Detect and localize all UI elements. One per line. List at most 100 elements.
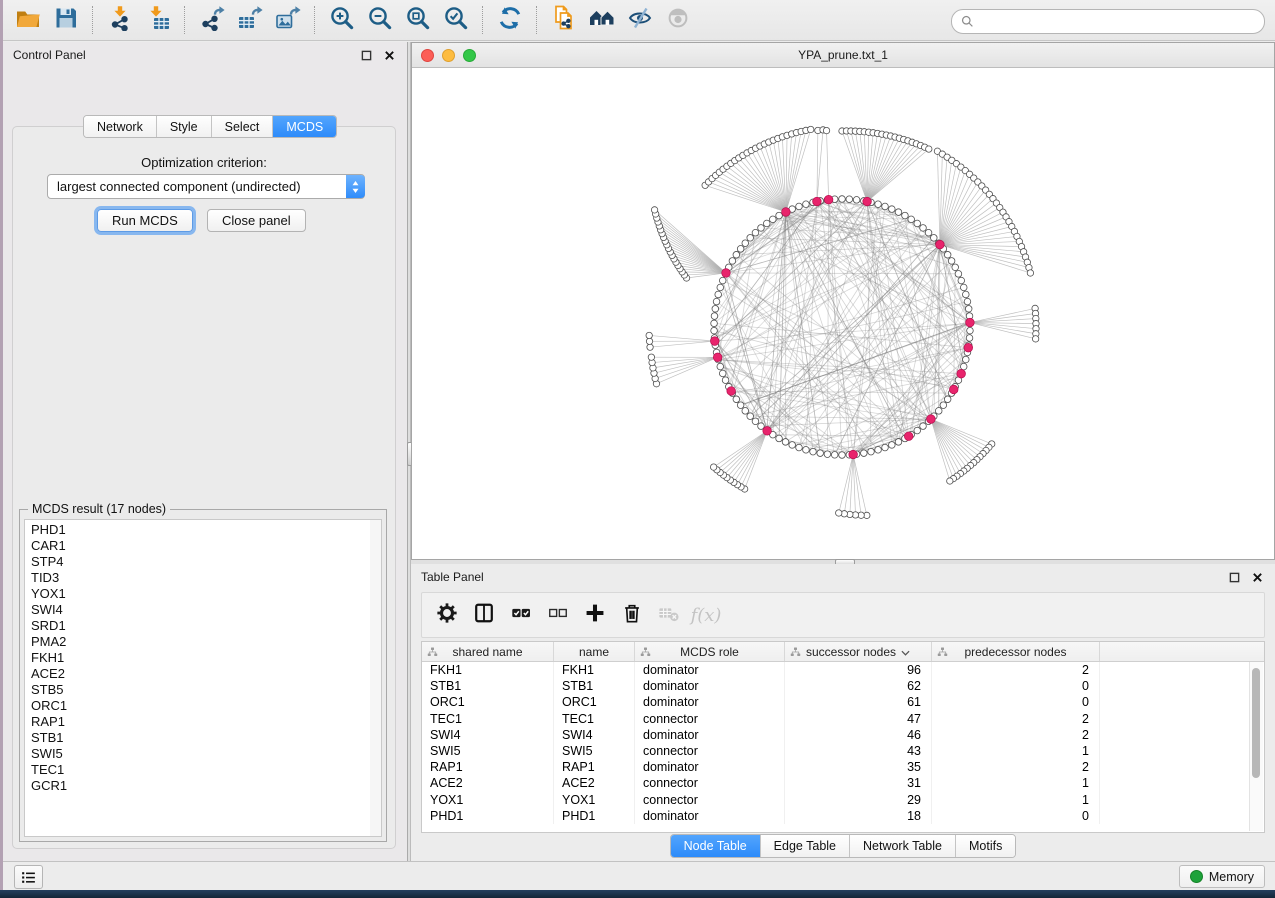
table-row[interactable]: PHD1PHD1dominator180 [422, 808, 1264, 824]
save-session-button[interactable] [47, 3, 85, 37]
table-panel-title: Table Panel [421, 570, 484, 584]
column-header-successor-nodes[interactable]: successor nodes [785, 642, 932, 661]
tab-mcds[interactable]: MCDS [273, 116, 336, 137]
mcds-result-item[interactable]: PMA2 [31, 634, 370, 650]
deselect-all-rows-button[interactable] [543, 600, 573, 630]
mcds-result-item[interactable]: SWI5 [31, 746, 370, 762]
cell-shared-name: PHD1 [422, 808, 554, 824]
open-file-button[interactable] [9, 3, 47, 37]
close-table-panel-button[interactable] [1249, 569, 1265, 585]
column-header-name[interactable]: name [554, 642, 635, 661]
cell-successor-nodes: 31 [785, 775, 932, 791]
table-row[interactable]: SWI4SWI4dominator462 [422, 727, 1264, 743]
table-row[interactable]: YOX1YOX1connector291 [422, 792, 1264, 808]
table-row[interactable]: ORC1ORC1dominator610 [422, 694, 1264, 710]
close-control-panel-button[interactable] [381, 47, 397, 63]
cell-name: FKH1 [554, 662, 635, 678]
mcds-result-item[interactable]: STB1 [31, 730, 370, 746]
tab-node-table[interactable]: Node Table [671, 835, 761, 857]
mcds-result-item[interactable]: TEC1 [31, 762, 370, 778]
mcds-result-item[interactable]: TID3 [31, 570, 370, 586]
mcds-result-item[interactable]: YOX1 [31, 586, 370, 602]
table-row[interactable]: RAP1RAP1dominator352 [422, 759, 1264, 775]
mcds-result-item[interactable]: ACE2 [31, 666, 370, 682]
control-panel: Control Panel NetworkStyleSelectMCDS Opt… [3, 42, 407, 862]
table-row[interactable]: SWI5SWI5connector431 [422, 743, 1264, 759]
network-home-button[interactable] [583, 3, 621, 37]
export-image-button[interactable] [269, 3, 307, 37]
search-input[interactable] [980, 14, 1255, 30]
new-network-from-selection-button[interactable] [545, 3, 583, 37]
cell-name: YOX1 [554, 792, 635, 808]
mcds-result-item[interactable]: FKH1 [31, 650, 370, 666]
deselect-all-rows-icon [547, 602, 569, 629]
split-columns-button[interactable] [469, 600, 499, 630]
column-header-shared-name[interactable]: shared name [422, 642, 554, 661]
mcds-result-item[interactable]: RAP1 [31, 714, 370, 730]
mcds-result-item[interactable]: CAR1 [31, 538, 370, 554]
export-table-button[interactable] [231, 3, 269, 37]
cell-predecessor-nodes: 1 [932, 775, 1100, 791]
select-all-rows-button[interactable] [506, 600, 536, 630]
export-network-button[interactable] [193, 3, 231, 37]
network-canvas[interactable] [412, 67, 1275, 559]
tab-select[interactable]: Select [212, 116, 274, 137]
import-network-icon [107, 5, 133, 36]
table-row[interactable]: TEC1TEC1connector472 [422, 711, 1264, 727]
column-header-predecessor-nodes[interactable]: predecessor nodes [932, 642, 1100, 661]
column-type-icon [937, 646, 948, 660]
cell-shared-name: YOX1 [422, 792, 554, 808]
cell-mcds-role: dominator [635, 694, 785, 710]
cell-name: SWI5 [554, 743, 635, 759]
table-row[interactable]: STB1STB1dominator620 [422, 678, 1264, 694]
table-settings-icon [436, 602, 458, 629]
tab-edge-table[interactable]: Edge Table [761, 835, 850, 857]
mcds-result-item[interactable]: STB5 [31, 682, 370, 698]
mcds-result-item[interactable]: SRD1 [31, 618, 370, 634]
mcds-result-item[interactable]: STP4 [31, 554, 370, 570]
zoom-selected-button[interactable] [437, 3, 475, 37]
import-table-button[interactable] [139, 3, 177, 37]
zoom-in-button[interactable] [323, 3, 361, 37]
zoom-out-button[interactable] [361, 3, 399, 37]
search-icon [961, 15, 974, 28]
add-column-button[interactable] [580, 600, 610, 630]
zoom-fit-button[interactable] [399, 3, 437, 37]
task-history-button[interactable] [14, 865, 43, 889]
cell-shared-name: SWI4 [422, 727, 554, 743]
cell-name: TEC1 [554, 711, 635, 727]
float-control-panel-button[interactable] [358, 47, 374, 63]
table-scrollbar[interactable] [1249, 662, 1263, 831]
import-network-button[interactable] [101, 3, 139, 37]
tab-style[interactable]: Style [157, 116, 212, 137]
table-row[interactable]: ACE2ACE2connector311 [422, 775, 1264, 791]
run-mcds-button[interactable]: Run MCDS [97, 209, 193, 232]
mcds-result-item[interactable]: ORC1 [31, 698, 370, 714]
toolbar-separator [184, 6, 186, 34]
refresh-view-button[interactable] [491, 3, 529, 37]
tab-network[interactable]: Network [84, 116, 157, 137]
table-row[interactable]: FKH1FKH1dominator962 [422, 662, 1264, 678]
status-bar: Memory [3, 861, 1275, 890]
close-panel-button[interactable]: Close panel [207, 209, 306, 232]
split-columns-icon [473, 602, 495, 629]
float-table-panel-button[interactable] [1226, 569, 1242, 585]
tab-motifs[interactable]: Motifs [956, 835, 1015, 857]
cell-mcds-role: dominator [635, 678, 785, 694]
table-settings-button[interactable] [432, 600, 462, 630]
hide-graphics-details-button[interactable] [621, 3, 659, 37]
tab-network-table[interactable]: Network Table [850, 835, 956, 857]
delete-column-button[interactable] [617, 600, 647, 630]
mcds-result-item[interactable]: GCR1 [31, 778, 370, 794]
show-graphics-details-button [659, 3, 697, 37]
mcds-result-item[interactable]: PHD1 [31, 522, 370, 538]
optimization-criterion-select[interactable]: largest connected component (undirected) [47, 174, 365, 199]
search-box [951, 9, 1265, 34]
table-scrollbar-thumb[interactable] [1252, 668, 1260, 778]
cell-predecessor-nodes: 2 [932, 727, 1100, 743]
mcds-result-scrollbar[interactable] [370, 519, 382, 837]
memory-button[interactable]: Memory [1179, 865, 1265, 888]
mcds-result-item[interactable]: SWI4 [31, 602, 370, 618]
node-table-header: shared namenameMCDS rolesuccessor nodesp… [422, 642, 1264, 662]
column-header-mcds-role[interactable]: MCDS role [635, 642, 785, 661]
